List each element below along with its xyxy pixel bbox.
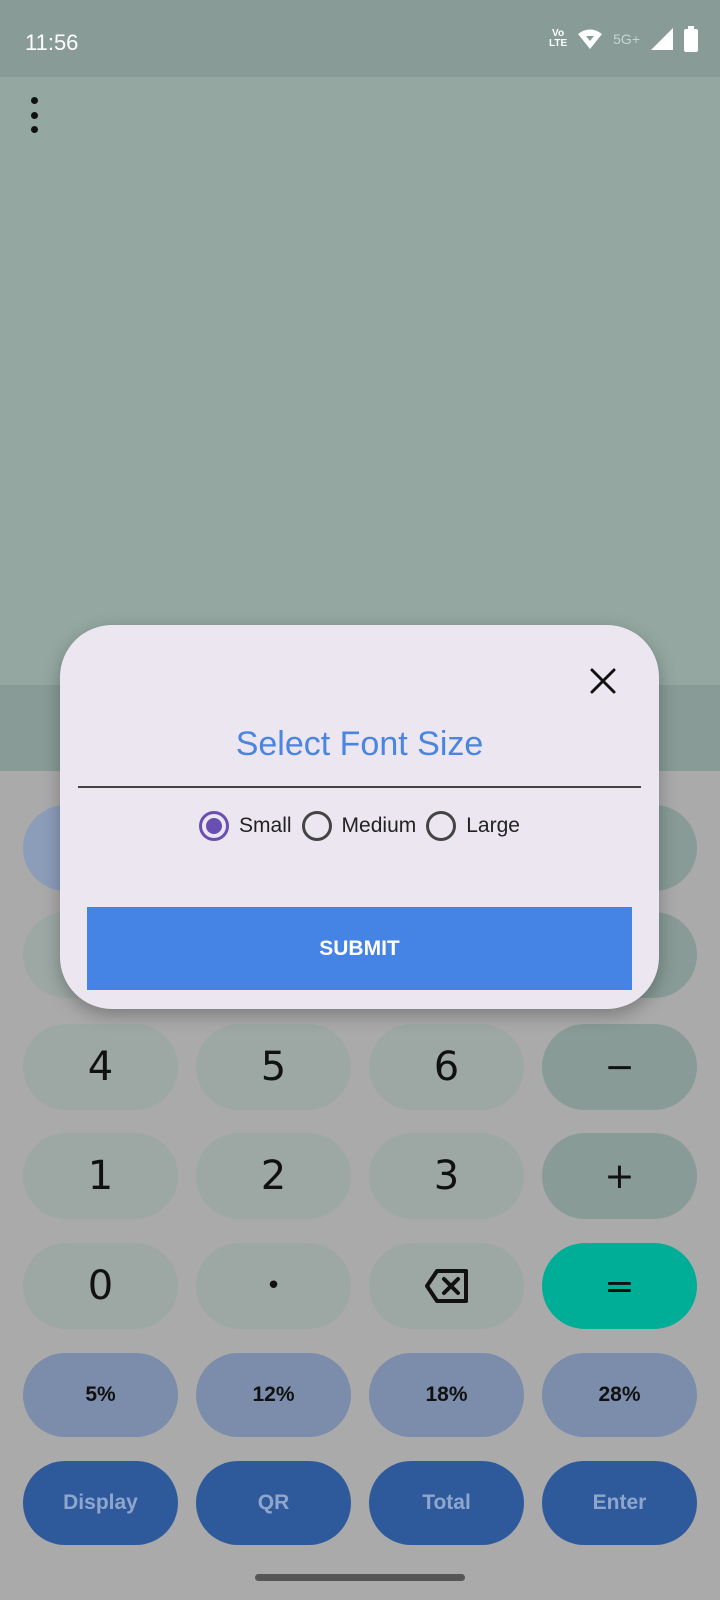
plus-button[interactable]: + (542, 1133, 697, 1219)
radio-label-medium: Medium (341, 814, 417, 837)
font-size-dialog: Select Font Size Small Medium Large SUBM… (60, 625, 659, 1009)
percent-5-button[interactable]: 5% (23, 1353, 178, 1437)
radio-button-medium[interactable] (301, 811, 332, 841)
minus-button[interactable]: − (542, 1024, 697, 1110)
status-bar: 11:56 Vo LTE 5G+ (0, 0, 720, 77)
backspace-button[interactable] (369, 1243, 524, 1329)
enter-button[interactable]: Enter (542, 1461, 697, 1545)
volte-icon: Vo LTE (548, 28, 568, 49)
equals-button[interactable]: = (542, 1243, 697, 1329)
radio-option-large[interactable]: Large (426, 811, 520, 841)
radio-option-medium[interactable]: Medium (301, 811, 417, 841)
digit-2-button[interactable]: 2 (196, 1133, 351, 1219)
display-area (0, 77, 720, 685)
close-button[interactable] (587, 665, 619, 697)
qr-button[interactable]: QR (196, 1461, 351, 1545)
radio-button-small[interactable] (199, 811, 230, 841)
total-button[interactable]: Total (369, 1461, 524, 1545)
divider (78, 786, 641, 788)
radio-label-small: Small (239, 814, 292, 837)
status-icons: Vo LTE 5G+ (549, 26, 698, 52)
close-icon (590, 668, 616, 694)
cellular-signal-icon (651, 28, 673, 50)
decimal-point-button[interactable]: • (196, 1243, 351, 1329)
digit-4-button[interactable]: 4 (23, 1024, 178, 1110)
digit-6-button[interactable]: 6 (369, 1024, 524, 1110)
digit-0-button[interactable]: 0 (23, 1243, 178, 1329)
digit-3-button[interactable]: 3 (369, 1133, 524, 1219)
backspace-icon (424, 1269, 468, 1303)
overflow-menu-icon[interactable] (22, 97, 46, 133)
radio-button-large[interactable] (426, 811, 457, 841)
home-indicator[interactable] (255, 1574, 465, 1581)
radio-option-small[interactable]: Small (199, 811, 292, 841)
submit-button[interactable]: SUBMIT (87, 907, 632, 990)
digit-1-button[interactable]: 1 (23, 1133, 178, 1219)
display-button[interactable]: Display (23, 1461, 178, 1545)
wifi-icon (578, 29, 603, 49)
network-type-label: 5G+ (613, 31, 640, 47)
percent-12-button[interactable]: 12% (196, 1353, 351, 1437)
font-size-radio-group: Small Medium Large (60, 811, 659, 841)
percent-18-button[interactable]: 18% (369, 1353, 524, 1437)
dialog-title: Select Font Size (235, 725, 484, 763)
battery-icon (684, 26, 698, 52)
status-time: 11:56 (25, 30, 79, 55)
percent-28-button[interactable]: 28% (542, 1353, 697, 1437)
digit-5-button[interactable]: 5 (196, 1024, 351, 1110)
radio-label-large: Large (466, 814, 520, 837)
